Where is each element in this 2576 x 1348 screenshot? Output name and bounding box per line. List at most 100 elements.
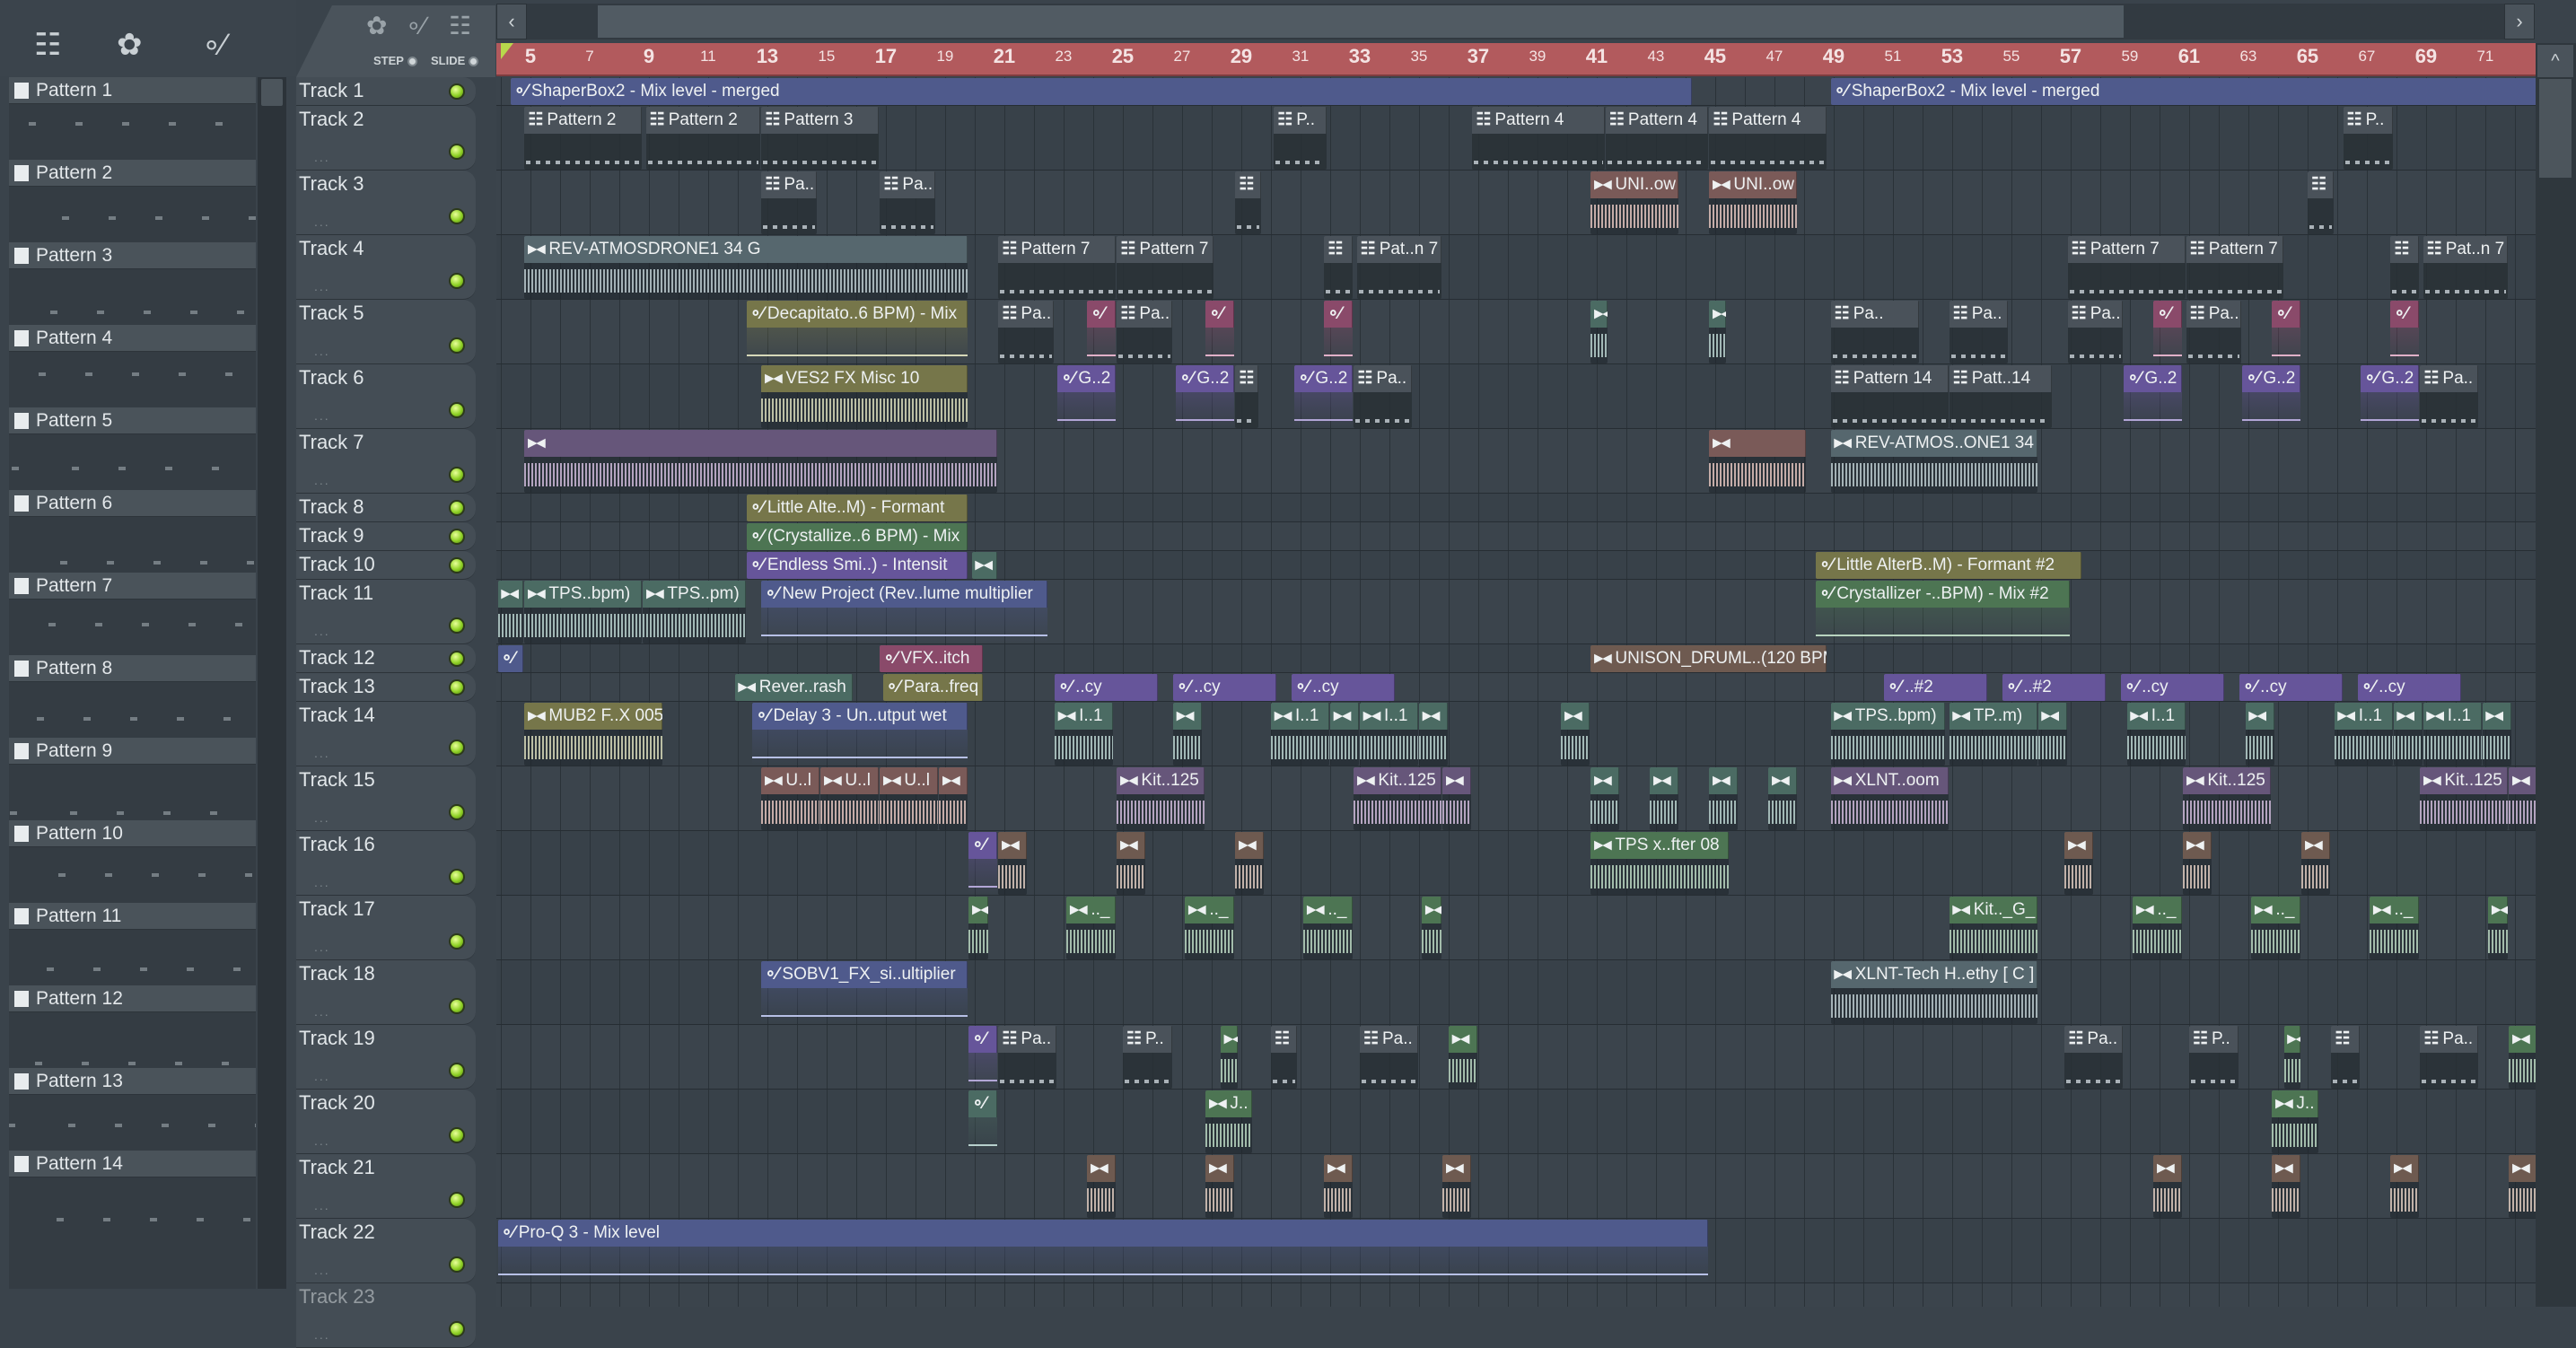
track-options-icon[interactable]: ... — [314, 1069, 330, 1083]
clip-header[interactable]: ∘⁄ Endless Smi..) - Intensit — [746, 552, 968, 579]
clip-header[interactable]: ☷ Pa.. — [1354, 365, 1413, 392]
clip-header[interactable]: ☷ Pattern 3 — [761, 107, 880, 134]
scroll-left-button[interactable]: ‹ — [496, 4, 527, 39]
clip-header[interactable]: ∘⁄ (Crystallize..6 BPM) - Mix — [746, 523, 968, 550]
clip-header[interactable]: ∘⁄ Little AlterB..M) - Formant #2 — [1816, 552, 2082, 579]
clip-header[interactable]: ▸◂ .._ — [1066, 897, 1117, 923]
pattern-clip[interactable]: ☷ — [1270, 1026, 1297, 1089]
timeline-ruler[interactable]: 5 7 9 11 13 15 17 19 21 23 25 27 29 31 33 35 37 39 41 43 45 4… — [496, 43, 2536, 76]
scrollbar-thumb[interactable] — [261, 79, 283, 106]
track-lane[interactable] — [496, 896, 2536, 960]
pattern-clip[interactable]: ☷ Pattern 14 — [1830, 365, 1949, 428]
pattern-header[interactable]: Pattern 13 — [9, 1068, 256, 1095]
clip-header[interactable]: ∘⁄ — [968, 1026, 998, 1053]
clip-header[interactable]: ▸◂ — [1220, 1026, 1238, 1053]
clip-header[interactable]: ▸◂ — [2509, 1155, 2536, 1182]
audio-clip[interactable]: ▸◂ I..1 — [1055, 703, 1114, 766]
pattern-item[interactable]: Pattern 3 — [9, 242, 256, 325]
step-toggle[interactable]: STEP — [373, 54, 417, 67]
clip-header[interactable]: ▸◂ — [1590, 301, 1608, 328]
track-mute-led[interactable] — [449, 144, 465, 160]
clip-header[interactable]: ▸◂ Kit..125 — [1117, 767, 1205, 794]
clip-header[interactable]: ☷ Pa.. — [2420, 365, 2479, 392]
pattern-clip[interactable]: ☷ Pa.. — [1949, 301, 2008, 363]
pattern-item[interactable]: Pattern 13 — [9, 1068, 256, 1151]
pattern-clip[interactable]: ☷ Pattern 4 — [1709, 107, 1827, 170]
clip-header[interactable]: ▸◂ — [2488, 897, 2509, 923]
track-options-icon[interactable]: ... — [314, 1263, 330, 1277]
pattern-header[interactable]: Pattern 3 — [9, 242, 256, 269]
audio-clip[interactable]: ▸◂ .._ — [1066, 897, 1117, 959]
audio-clip[interactable]: ▸◂ Kit..125 — [1354, 767, 1442, 830]
clip-header[interactable]: ▸◂ — [2509, 767, 2536, 794]
audio-clip[interactable]: ▸◂ I..1 — [1359, 703, 1418, 766]
clip-header[interactable]: ☷ Pattern 7 — [1117, 236, 1214, 263]
audio-clip[interactable]: ▸◂ — [2509, 1155, 2536, 1218]
clip-header[interactable]: ▸◂ VES2 FX Misc 10 — [761, 365, 968, 392]
track-header[interactable]: Track 9 — [296, 522, 476, 551]
clip-header[interactable]: ▸◂ — [1235, 832, 1265, 859]
audio-clip[interactable]: ▸◂ — [2183, 832, 2212, 895]
scrollbar-thumb[interactable] — [2539, 79, 2572, 178]
clip-header[interactable]: ∘⁄ Decapitato..6 BPM) - Mix — [746, 301, 968, 328]
clip-header[interactable]: ☷ Pattern 4 — [1472, 107, 1605, 134]
pattern-clip[interactable]: ☷ Pattern 2 — [645, 107, 761, 170]
clip-header[interactable]: ☷ Patt..14 — [1949, 365, 2053, 392]
clip-header[interactable]: ∘⁄ — [1205, 301, 1235, 328]
pattern-clip[interactable]: ☷ Pattern 7 — [2067, 236, 2186, 299]
clip-header[interactable]: ☷ Pattern 14 — [1830, 365, 1949, 392]
auto-clip[interactable]: ∘⁄ G..2 — [2361, 365, 2420, 428]
pattern-clip[interactable]: ☷ Pa.. — [2420, 1026, 2479, 1089]
clip-header[interactable]: ▸◂ U..l — [761, 767, 820, 794]
clip-header[interactable]: ▸◂ I..1 — [2423, 703, 2482, 730]
audio-clip[interactable]: ▸◂ .._ — [2370, 897, 2420, 959]
track-header[interactable]: Track 19... — [296, 1025, 476, 1090]
clip-header[interactable]: ▸◂ — [2301, 832, 2331, 859]
pattern-header[interactable]: Pattern 2 — [9, 160, 256, 187]
clip-header[interactable]: ▸◂ — [2064, 832, 2094, 859]
auto-clip[interactable]: ∘⁄ Crystallizer -..BPM) - Mix #2 — [1816, 581, 2070, 643]
track-name[interactable]: Track 23 — [299, 1285, 375, 1309]
playhead-marker[interactable] — [500, 43, 513, 59]
clip-header[interactable]: ▸◂ TPS..pm) — [643, 581, 746, 608]
clip-header[interactable]: ▸◂ J.. — [2272, 1090, 2319, 1117]
pattern-clip[interactable]: ☷ Pa.. — [880, 171, 936, 234]
clip-header[interactable]: ☷ Pa.. — [761, 171, 818, 198]
track-options-icon[interactable]: ... — [314, 344, 330, 358]
audio-clip[interactable]: ▸◂ — [1418, 703, 1448, 766]
audio-clip[interactable]: ▸◂ Kit..125 — [2183, 767, 2272, 830]
pattern-header[interactable]: Pattern 7 — [9, 573, 256, 600]
clip-header[interactable]: ∘⁄ — [968, 1090, 998, 1117]
track-name[interactable]: Track 15 — [299, 768, 375, 792]
clip-header[interactable]: ▸◂ — [1087, 1155, 1117, 1182]
audio-clip[interactable]: ▸◂ UNI..ow — [1709, 171, 1798, 234]
pattern-clip[interactable]: ☷ Pa.. — [1354, 365, 1413, 428]
clip-header[interactable]: ∘⁄ G..2 — [2361, 365, 2420, 392]
clip-header[interactable]: ☷ — [1235, 365, 1258, 392]
pattern-clip[interactable]: ☷ P.. — [2188, 1026, 2239, 1089]
auto-clip[interactable]: ∘⁄ Decapitato..6 BPM) - Mix — [746, 301, 968, 363]
playlist-overview-scrollbar[interactable] — [508, 4, 2519, 39]
audio-clip[interactable]: ▸◂ Kit..125 — [1117, 767, 1205, 830]
clip-header[interactable]: ☷ Pattern 2 — [524, 107, 643, 134]
clip-header[interactable]: ☷ Pat..n 7 — [1356, 236, 1442, 263]
audio-clip[interactable]: ▸◂ — [1220, 1026, 1238, 1089]
automation-icon[interactable]: ∘∕ — [406, 11, 425, 40]
audio-clip[interactable]: ▸◂ J.. — [2272, 1090, 2319, 1153]
pattern-clip[interactable]: ☷ Pat..n 7 — [2423, 236, 2509, 299]
audio-clip[interactable]: ▸◂ REV-ATMOSDRONE1 34 G — [524, 236, 968, 299]
audio-clip[interactable]: ▸◂ — [998, 832, 1028, 895]
auto-clip[interactable]: ∘⁄ ..cy — [1292, 674, 1395, 701]
track-options-icon[interactable]: ... — [314, 150, 330, 164]
track-name[interactable]: Track 14 — [299, 704, 375, 727]
track-name[interactable]: Track 16 — [299, 833, 375, 856]
track-options-icon[interactable]: ... — [314, 1327, 330, 1342]
clip-header[interactable]: ☷ Pa.. — [880, 171, 936, 198]
clip-header[interactable]: ▸◂ Kit..125 — [1354, 767, 1442, 794]
audio-clip[interactable]: ▸◂ — [2037, 703, 2067, 766]
track-mute-led[interactable] — [449, 617, 465, 634]
track-header[interactable]: Track 3... — [296, 171, 476, 235]
vertical-scrollbar[interactable]: ^ — [2536, 43, 2576, 1307]
auto-clip[interactable]: ∘⁄ ..#2 — [2002, 674, 2106, 701]
audio-clip[interactable]: ▸◂ — [971, 552, 998, 579]
